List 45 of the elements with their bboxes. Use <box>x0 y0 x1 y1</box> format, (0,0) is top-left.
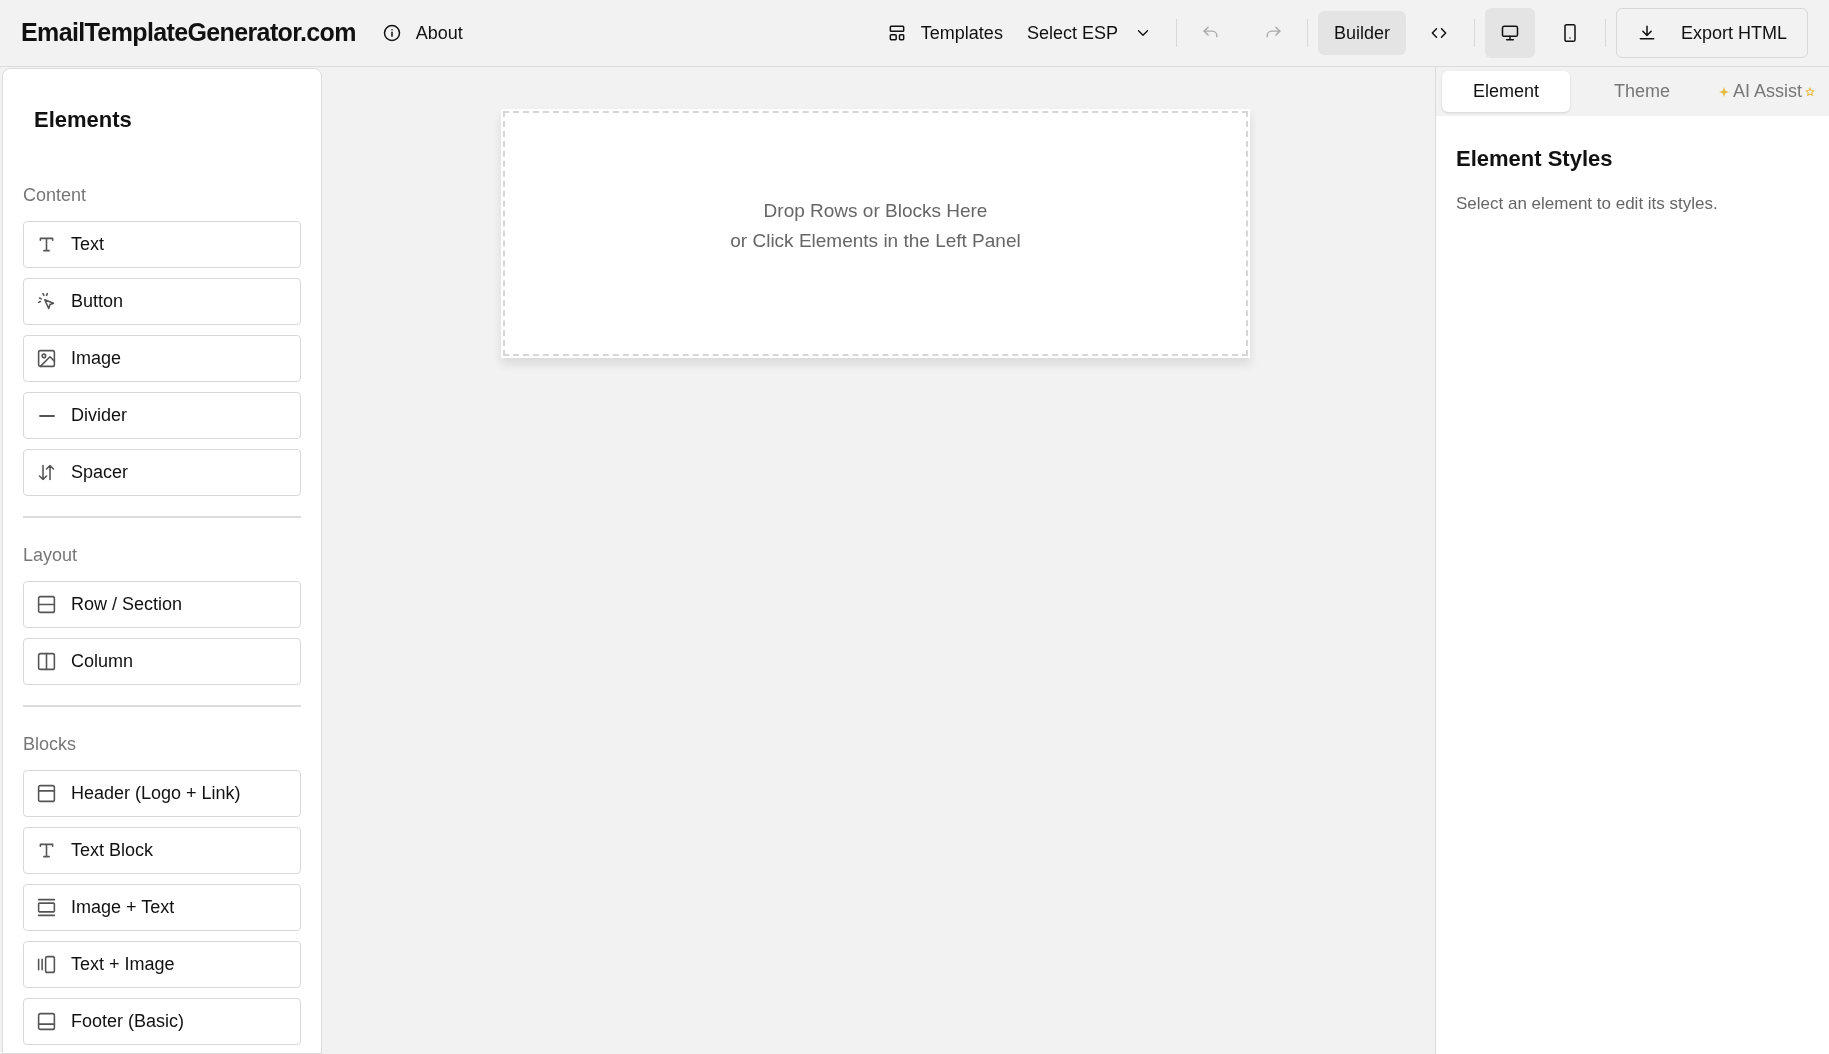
element-item[interactable]: Divider <box>23 392 301 439</box>
element-item[interactable]: Column <box>23 638 301 685</box>
star-icon <box>1805 86 1816 97</box>
panel-hint: Select an element to edit its styles. <box>1456 193 1719 215</box>
pointer-click-icon <box>36 291 57 312</box>
element-item[interactable]: Header (Logo + Link) <box>23 770 301 817</box>
desktop-preview-button[interactable] <box>1484 8 1535 58</box>
inspector-tab[interactable]: Element <box>1442 71 1570 112</box>
element-item[interactable]: Button <box>23 278 301 325</box>
section-label: Content <box>23 184 88 207</box>
rows-layout-icon <box>36 594 57 615</box>
section-label: Layout <box>23 544 79 567</box>
export-html-button[interactable]: Export HTML <box>1615 8 1808 58</box>
element-item[interactable]: Row / Section <box>23 581 301 628</box>
element-item[interactable]: Image <box>23 335 301 382</box>
inspector-tab[interactable]: Theme <box>1578 71 1706 112</box>
element-item[interactable]: Text + Image <box>23 941 301 988</box>
up-down-arrows-icon <box>36 462 57 483</box>
element-item[interactable]: Footer (Basic) <box>23 998 301 1045</box>
info-icon <box>381 23 402 43</box>
text-image-layout-icon <box>36 954 57 975</box>
image-text-layout-icon <box>36 897 57 918</box>
about-button[interactable]: About <box>377 15 467 51</box>
sparkle-icon <box>1718 85 1730 98</box>
drop-zone[interactable]: Drop Rows or Blocks Here or Click Elements in the Left Panel <box>503 111 1248 356</box>
header-layout-icon <box>36 783 57 804</box>
templates-button[interactable]: Templates <box>876 11 1013 55</box>
columns-layout-icon <box>36 651 57 672</box>
element-item[interactable]: Text Block <box>23 827 301 874</box>
panel-title: Elements <box>34 106 133 134</box>
brand-title: EmailTemplateGenerator.com <box>21 17 356 49</box>
section-label: Blocks <box>23 733 77 756</box>
panel-title: Element Styles <box>1456 145 1614 173</box>
footer-layout-icon <box>36 1011 57 1032</box>
inspector-tab[interactable]: AI Assist <box>1714 71 1820 112</box>
element-item[interactable]: Spacer <box>23 449 301 496</box>
minus-icon <box>38 413 55 418</box>
image-icon <box>36 348 57 369</box>
element-item[interactable]: Image + Text <box>23 884 301 931</box>
drop-hint-text: Drop Rows or Blocks Here <box>763 198 988 223</box>
monitor-icon <box>1499 23 1520 43</box>
element-item[interactable]: Text <box>23 221 301 268</box>
select-esp-dropdown[interactable]: Select ESP <box>1012 11 1166 55</box>
builder-view-button[interactable]: Builder <box>1317 11 1406 55</box>
drop-hint-text: or Click Elements in the Left Panel <box>730 228 1021 253</box>
